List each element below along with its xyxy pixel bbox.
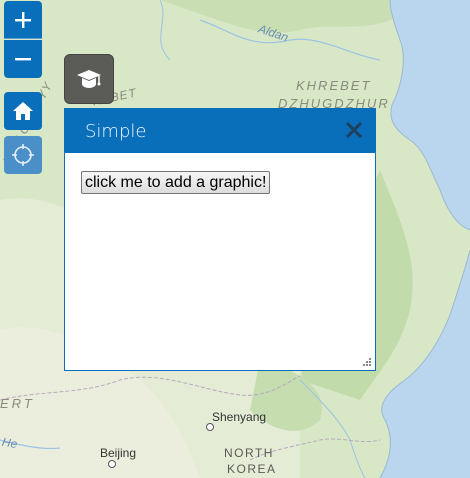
- locate-button[interactable]: [4, 136, 42, 174]
- add-graphic-button[interactable]: click me to add a graphic!: [81, 171, 271, 194]
- country-label-north: NORTH: [224, 446, 274, 460]
- popup-title: Simple: [85, 121, 147, 142]
- home-button[interactable]: [4, 92, 42, 130]
- simple-popup: Simple click me to add a graphic!: [64, 108, 376, 371]
- zoom-out-button[interactable]: [4, 40, 42, 78]
- zoom-in-button[interactable]: [4, 1, 42, 39]
- city-marker-shenyang: [206, 423, 214, 431]
- country-label-korea: KOREA: [227, 462, 277, 476]
- resize-grip-icon[interactable]: [362, 357, 372, 367]
- home-icon: [13, 102, 33, 120]
- river-label-he: He: [0, 434, 19, 452]
- popup-body: click me to add a graphic!: [81, 171, 271, 194]
- range-label-khrebet: KHREBET: [296, 78, 372, 93]
- education-widget-button[interactable]: [64, 54, 114, 104]
- region-label-ert: ERT: [0, 396, 35, 411]
- plus-icon: [15, 11, 31, 28]
- city-marker-beijing: [108, 460, 116, 468]
- close-icon[interactable]: [345, 121, 363, 139]
- locate-icon: [12, 144, 34, 166]
- graduation-cap-icon: [77, 70, 101, 88]
- city-label-beijing: Beijing: [100, 446, 137, 460]
- minus-icon: [15, 58, 31, 61]
- city-label-shenyang: Shenyang: [212, 410, 267, 424]
- popup-header[interactable]: Simple: [65, 109, 375, 153]
